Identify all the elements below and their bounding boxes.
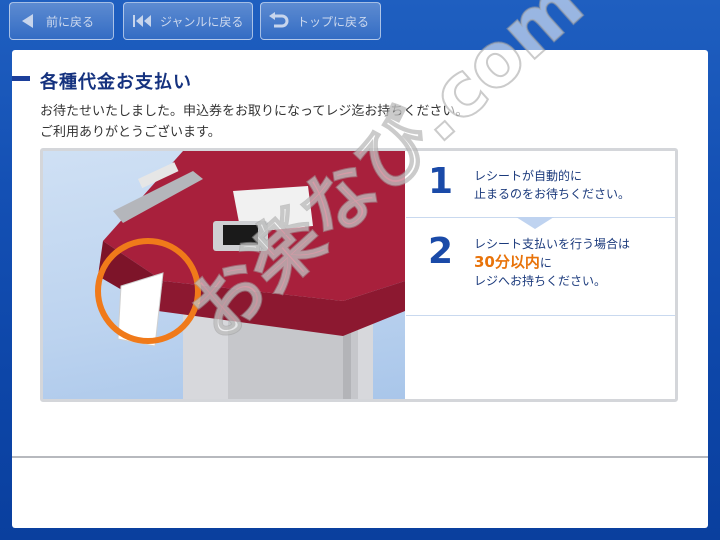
instruction-illustration: 1 レシートが自動的に 止まるのをお待ちください。 2 レシート支払いを行う場合… (40, 148, 678, 402)
step-divider-bottom (406, 315, 675, 316)
genre-back-button-label: ジャンルに戻る (160, 14, 244, 29)
triangle-left-icon (10, 3, 46, 39)
title-marker (12, 76, 30, 81)
message-line-1: お待たせいたしました。申込券をお取りになってレジ迄お持ちください。 (40, 104, 469, 119)
top-button[interactable]: トップに戻る (260, 2, 381, 40)
step-2-line-3: レジへお持ちください。 (474, 274, 607, 288)
down-arrow-icon (516, 217, 554, 229)
genre-back-button[interactable]: ジャンルに戻る (123, 2, 253, 40)
step-2-text: レシート支払いを行う場合は 30分以内に レジへお持ちください。 (474, 235, 630, 290)
return-arrow-icon (261, 3, 297, 39)
step-2-line-2: 30分以内に (474, 253, 630, 272)
skip-back-icon (124, 3, 160, 39)
back-button[interactable]: 前に戻る (9, 2, 114, 40)
message-line-2: ご利用ありがとうございます。 (40, 125, 221, 140)
step-1-text: レシートが自動的に 止まるのをお待ちください。 (474, 167, 630, 203)
step-2-highlight: 30分以内 (474, 253, 540, 271)
step-1-line-2: 止まるのをお待ちください。 (474, 187, 631, 201)
footer-divider (12, 456, 708, 458)
page-title: 各種代金お支払い (40, 72, 192, 93)
top-navigation: 前に戻る ジャンルに戻る トップに戻る (0, 0, 720, 44)
step-2-number: 2 (428, 231, 454, 272)
step-2-highlight-suffix: に (539, 256, 552, 270)
top-button-label: トップに戻る (297, 14, 370, 29)
content-panel: 各種代金お支払い お待たせいたしました。申込券をお取りになってレジ迄お持ちくださ… (12, 0, 708, 528)
steps-panel: 1 レシートが自動的に 止まるのをお待ちください。 2 レシート支払いを行う場合… (406, 151, 675, 399)
step-1-line-1: レシートが自動的に (474, 169, 583, 183)
kiosk-printer-illustration (43, 151, 405, 399)
step-2-line-1: レシート支払いを行う場合は (474, 237, 631, 251)
step-1-number: 1 (428, 161, 454, 202)
back-button-label: 前に戻る (46, 14, 95, 29)
